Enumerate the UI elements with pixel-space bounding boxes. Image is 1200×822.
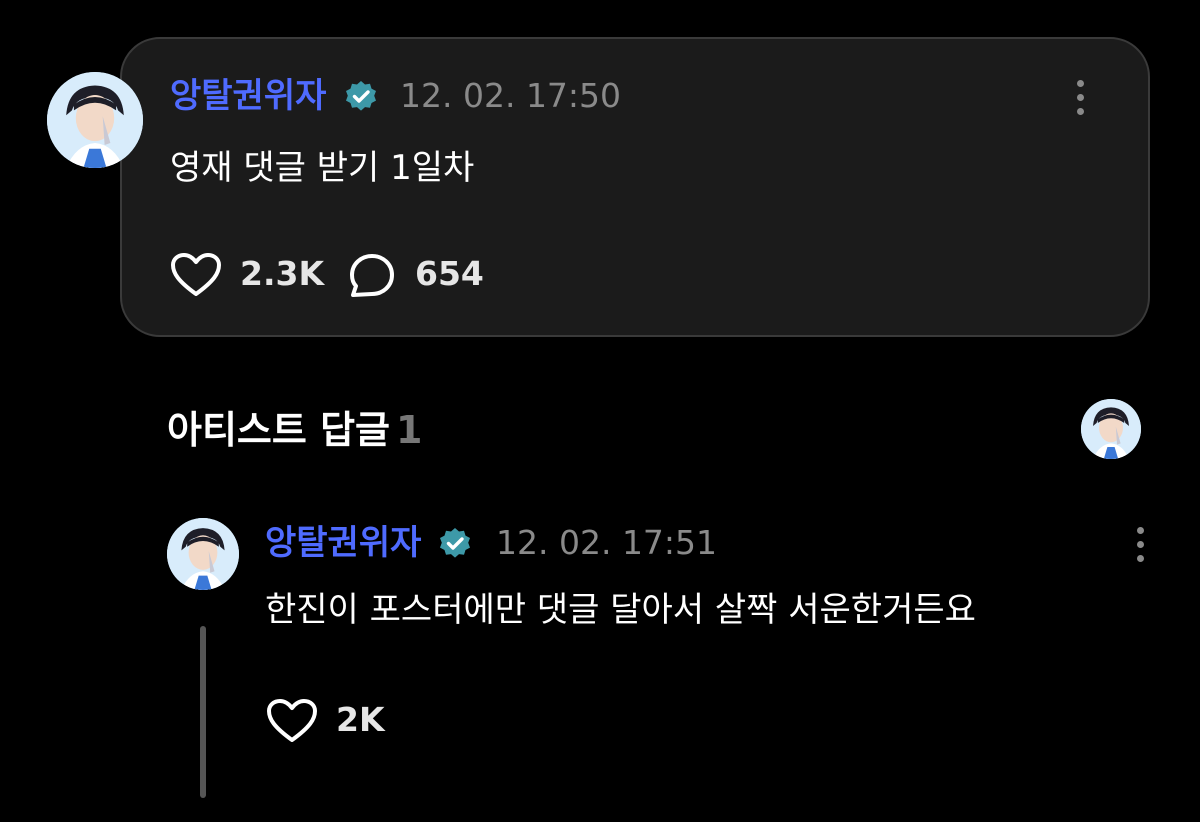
thread-line — [200, 626, 206, 798]
post-comment-count: 654 — [415, 254, 484, 293]
artist-replies-count: 1 — [396, 408, 423, 452]
post-text: 영재 댓글 받기 1일차 — [170, 148, 475, 188]
reply-author-avatar[interactable] — [167, 518, 239, 590]
avatar-image — [47, 72, 143, 168]
artist-replies-header: 아티스트 답글 1 — [167, 406, 422, 454]
verified-badge-icon — [344, 80, 378, 114]
more-vertical-icon[interactable] — [1074, 78, 1086, 118]
more-vertical-icon[interactable] — [1134, 525, 1146, 565]
reply-text: 한진이 포스터에만 댓글 달아서 살짝 서운한거든요 — [265, 590, 976, 630]
heart-icon[interactable] — [170, 252, 222, 298]
artist-replies-title: 아티스트 답글 — [167, 408, 390, 452]
post-author-name[interactable]: 앙탈권위자 — [170, 76, 326, 116]
artist-avatar[interactable] — [1081, 399, 1141, 459]
heart-icon[interactable] — [266, 698, 318, 744]
reply-like-count: 2K — [336, 700, 385, 739]
comment-bubble-icon[interactable] — [347, 251, 397, 301]
post-author-avatar[interactable] — [47, 72, 143, 168]
verified-badge-icon — [438, 527, 472, 561]
avatar-image — [167, 518, 239, 590]
reply-author-name[interactable]: 앙탈권위자 — [265, 523, 421, 563]
avatar-image — [1081, 399, 1141, 459]
reply-timestamp: 12. 02. 17:51 — [496, 523, 718, 562]
post-timestamp: 12. 02. 17:50 — [400, 76, 622, 115]
post-like-count: 2.3K — [240, 254, 325, 293]
